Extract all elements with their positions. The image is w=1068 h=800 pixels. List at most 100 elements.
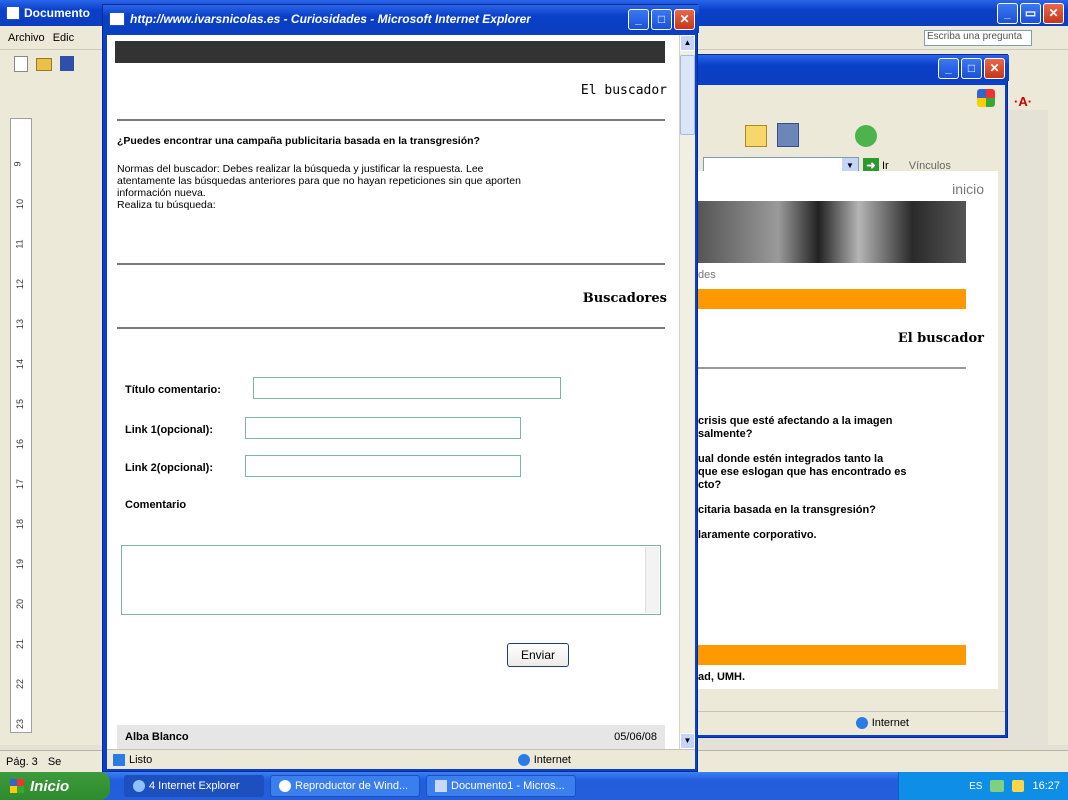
orange-bar — [698, 289, 966, 309]
ruler-number: 14 — [15, 358, 26, 370]
fragment-text: ual donde estén integrados tanto la — [698, 453, 884, 465]
ruler-number: 18 — [15, 518, 26, 530]
network-icon[interactable] — [990, 780, 1005, 792]
ruler-number: 16 — [15, 438, 26, 450]
page-header: El buscador — [580, 83, 667, 98]
comment-textarea[interactable] — [121, 545, 661, 615]
submit-button[interactable]: Enviar — [507, 643, 569, 667]
menu-archivo[interactable]: Archivo — [8, 32, 45, 44]
fragment-text: que ese eslogan que has encontrado es — [698, 466, 907, 478]
header-image — [698, 201, 966, 263]
ruler-number: 12 — [15, 278, 26, 290]
textarea-scrollbar[interactable] — [645, 547, 659, 613]
fragment-text: citaria basada en la transgresión? — [698, 504, 876, 516]
comment-label: Comentario — [125, 499, 187, 511]
status-text: Listo — [129, 753, 153, 766]
ruler-number: 9 — [12, 161, 23, 167]
start-button[interactable]: Inicio — [0, 772, 110, 800]
divider — [117, 119, 665, 121]
ruler-number: 20 — [15, 598, 26, 610]
ie-front-title-bar: http://www.ivarsnicolas.es - Curiosidade… — [103, 5, 699, 33]
language-indicator[interactable]: ES — [969, 781, 982, 792]
maximize-button[interactable]: □ — [961, 57, 982, 79]
taskbar-item-media-player[interactable]: Reproductor de Wind... — [270, 775, 420, 797]
close-button[interactable]: ✕ — [1043, 2, 1064, 24]
ruler-number: 13 — [15, 318, 26, 330]
close-button[interactable]: ✕ — [984, 57, 1005, 79]
windows-flag-icon — [10, 779, 24, 793]
ie-front-page: El buscador ¿Puedes encontrar una campañ… — [107, 35, 679, 749]
ie-front-status-bar: Listo Internet — [107, 749, 695, 769]
orange-footer-bar — [698, 645, 966, 665]
minimize-button[interactable]: _ — [938, 57, 959, 79]
globe-icon — [855, 716, 868, 729]
ie-back-page: inicio des El buscador crisis que esté a… — [698, 171, 998, 689]
vertical-ruler: 9 10 11 12 13 14 15 16 17 18 19 20 21 22 23 — [10, 118, 32, 733]
word-title: Documento — [24, 6, 90, 20]
globe-icon — [517, 753, 530, 766]
clock: 16:27 — [1032, 780, 1060, 792]
rules-line: atentamente las búsquedas anteriores par… — [117, 175, 521, 187]
ruler-number: 17 — [15, 478, 26, 490]
ruler-number: 22 — [15, 678, 26, 690]
footer-text: ad, UMH. — [698, 671, 746, 683]
open-folder-icon[interactable] — [36, 58, 52, 71]
taskbar-item-ie[interactable]: 4 Internet Explorer — [124, 775, 264, 797]
fragment-text: cto? — [698, 479, 722, 491]
save-icon[interactable] — [60, 56, 74, 71]
close-button[interactable]: ✕ — [674, 8, 695, 30]
inicio-link[interactable]: inicio — [952, 181, 984, 197]
ie-window-front: http://www.ivarsnicolas.es - Curiosidade… — [102, 4, 699, 772]
rules-line: información nueva. — [117, 187, 206, 199]
rules-line: Normas del buscador: Debes realizar la b… — [117, 163, 484, 175]
divider — [117, 263, 665, 265]
menu-edicion[interactable]: Edic — [53, 32, 74, 44]
ask-question-box[interactable]: Escriba una pregunta — [924, 30, 1032, 46]
scroll-thumb[interactable] — [680, 55, 695, 135]
messenger-icon[interactable] — [855, 125, 877, 147]
link2-input[interactable] — [245, 455, 521, 477]
ruler-number: 10 — [15, 198, 26, 210]
ie-icon — [109, 12, 125, 26]
windows-logo-icon — [977, 89, 995, 107]
question-fragments: crisis que esté afectando a la imagen sa… — [698, 415, 988, 542]
edit-icon[interactable] — [777, 123, 799, 147]
title-input[interactable] — [253, 377, 561, 399]
word-right-scrollbar[interactable] — [1048, 110, 1068, 745]
minimize-button[interactable]: _ — [628, 8, 649, 30]
note-icon[interactable] — [745, 125, 767, 147]
section-title: Buscadores — [582, 291, 667, 306]
ie-icon — [133, 780, 145, 792]
ruler-number: 21 — [15, 638, 26, 650]
link2-label: Link 2(opcional): — [125, 462, 213, 474]
link1-input[interactable] — [245, 417, 521, 439]
word-doc-icon — [6, 6, 20, 20]
scroll-down-button[interactable]: ▼ — [680, 733, 695, 749]
word-icon — [435, 780, 447, 792]
restore-button[interactable]: ▭ — [1020, 2, 1041, 24]
new-doc-icon[interactable] — [14, 56, 28, 72]
question-text: ¿Puedes encontrar una campaña publicitar… — [117, 135, 480, 147]
taskbar-item-word[interactable]: Documento1 - Micros... — [426, 775, 576, 797]
maximize-button[interactable]: □ — [651, 8, 672, 30]
entry-author: Alba Blanco — [125, 731, 189, 743]
fragment-text: laramente corporativo. — [698, 529, 817, 541]
rules-text: Normas del buscador: Debes realizar la b… — [117, 163, 657, 211]
ruler-number: 19 — [15, 558, 26, 570]
entry-row: Alba Blanco 05/06/08 — [117, 725, 665, 749]
window-title: http://www.ivarsnicolas.es - Curiosidade… — [130, 12, 531, 26]
system-tray: ES 16:27 — [898, 772, 1068, 800]
title-label: Título comentario: — [125, 384, 221, 396]
ruler-number: 23 — [15, 718, 26, 730]
divider — [117, 327, 665, 329]
ruler-number: 15 — [15, 398, 26, 410]
taskbar: Inicio 4 Internet Explorer Reproductor d… — [0, 772, 1068, 800]
minimize-button[interactable]: _ — [997, 2, 1018, 24]
scroll-up-button[interactable]: ▲ — [680, 35, 695, 51]
font-color-icon[interactable]: ·A· — [1014, 94, 1032, 109]
fragment-text: salmente? — [698, 428, 753, 440]
zone-text: Internet — [533, 753, 571, 766]
volume-icon[interactable] — [1012, 780, 1025, 792]
media-player-icon — [279, 780, 291, 792]
vertical-scrollbar[interactable]: ▲ ▼ — [679, 35, 695, 749]
